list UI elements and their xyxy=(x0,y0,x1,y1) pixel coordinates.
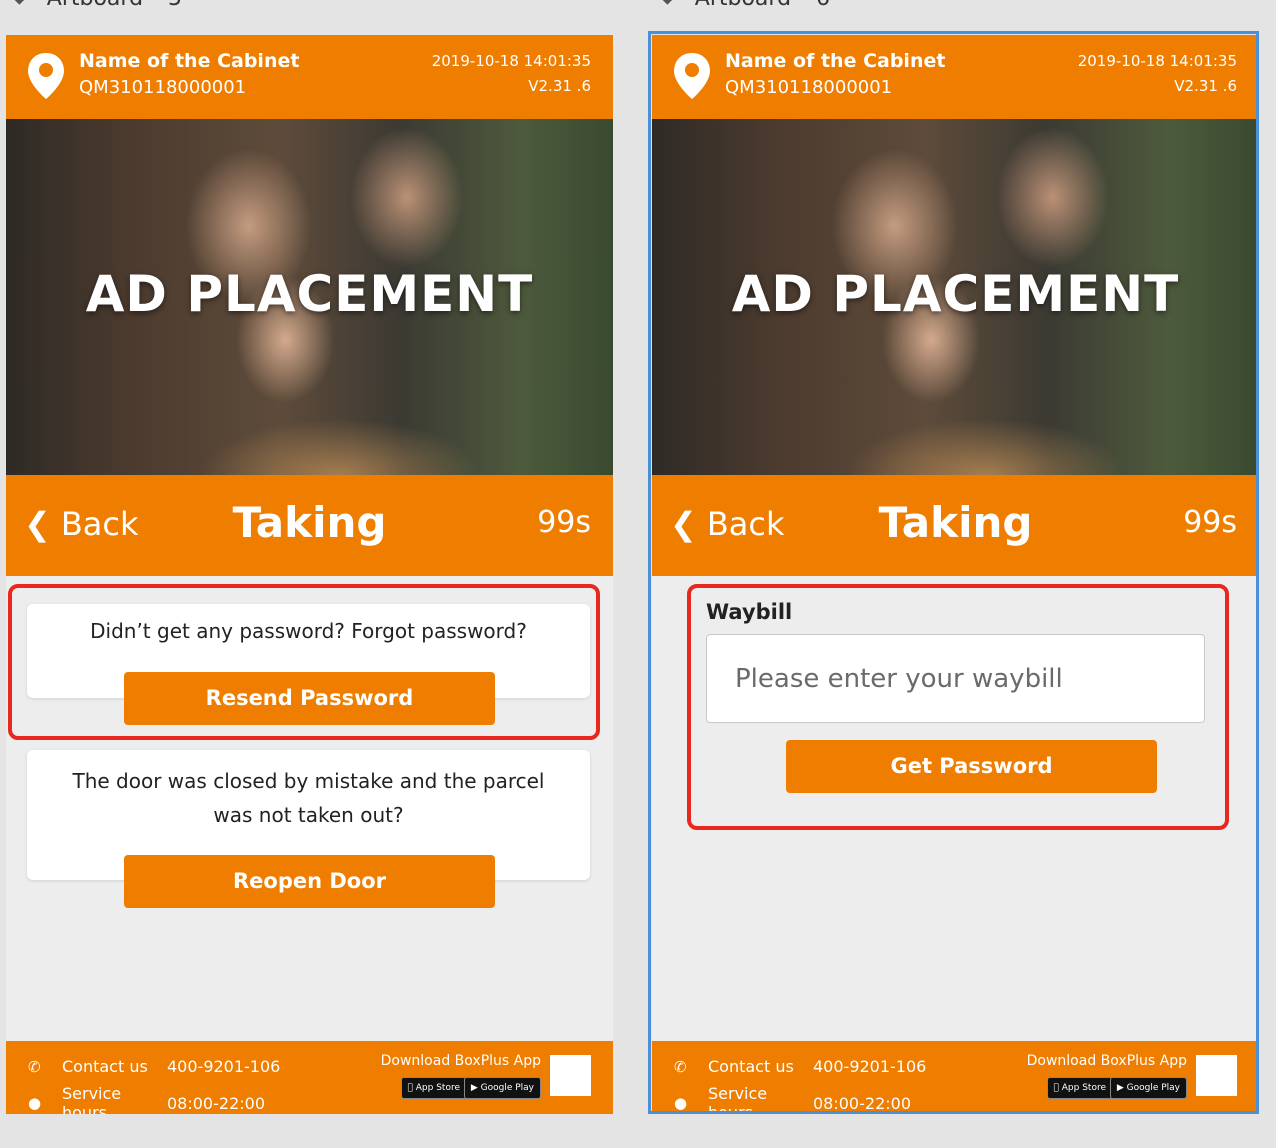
cabinet-name: Name of the Cabinet xyxy=(79,50,300,72)
contact-value[interactable]: 400-9201-106 xyxy=(167,1057,280,1076)
download-text: Download BoxPlus App xyxy=(1026,1053,1187,1069)
contact-label: Contact us xyxy=(708,1057,794,1076)
reopen-door-button[interactable]: Reopen Door xyxy=(124,855,495,908)
datetime: 2019-10-18 14:01:35 xyxy=(1077,52,1237,70)
top-bar: Name of the Cabinet QM310118000001 2019-… xyxy=(652,35,1259,119)
clock-icon: ● xyxy=(28,1094,42,1112)
page-title: Taking xyxy=(232,498,387,547)
page-title: Taking xyxy=(878,498,1033,547)
countdown-timer: 99s xyxy=(537,505,591,540)
nav-bar: ❮ Back Taking 99s xyxy=(6,475,613,576)
hours-row: ● Service hours 08:00-22:00 xyxy=(28,1084,265,1114)
location-pin-icon xyxy=(674,53,710,99)
ad-banner[interactable]: AD PLACEMENT xyxy=(6,119,613,475)
top-bar: Name of the Cabinet QM310118000001 2019-… xyxy=(6,35,613,119)
artboard-5[interactable]: Name of the Cabinet QM310118000001 2019-… xyxy=(6,35,613,1114)
artboard-6[interactable]: Name of the Cabinet QM310118000001 2019-… xyxy=(652,35,1259,1114)
hours-value: 08:00-22:00 xyxy=(167,1093,265,1113)
artboard-label-5: ◆ Artboard – 5 xyxy=(14,0,182,11)
contact-row: ✆ Contact us 400-9201-106 xyxy=(674,1057,926,1076)
qr-code xyxy=(1196,1055,1237,1096)
version: V2.31 .6 xyxy=(1174,77,1237,95)
location-pin-icon xyxy=(28,53,64,99)
app-store-badge[interactable]:  App Store xyxy=(400,1077,467,1099)
highlight-box xyxy=(687,584,1229,830)
collapse-icon: ◆ xyxy=(14,0,25,7)
google-play-badge[interactable]: ▶ Google Play xyxy=(463,1077,541,1099)
cabinet-name: Name of the Cabinet xyxy=(725,50,946,72)
google-play-badge[interactable]: ▶ Google Play xyxy=(1109,1077,1187,1099)
contact-row: ✆ Contact us 400-9201-106 xyxy=(28,1057,280,1076)
hours-label: Service hours xyxy=(708,1084,768,1114)
artboard-title: Artboard – 5 xyxy=(47,0,182,11)
reopen-door-text-line2: was not taken out? xyxy=(213,803,404,827)
contact-label: Contact us xyxy=(62,1057,148,1076)
contact-value[interactable]: 400-9201-106 xyxy=(813,1057,926,1076)
nav-bar: ❮ Back Taking 99s xyxy=(652,475,1259,576)
ad-text: AD PLACEMENT xyxy=(731,265,1180,323)
qr-code xyxy=(550,1055,591,1096)
footer: ✆ Contact us 400-9201-106 ● Service hour… xyxy=(652,1041,1259,1114)
collapse-icon: ◆ xyxy=(662,0,673,7)
countdown-timer: 99s xyxy=(1183,505,1237,540)
artboard-title: Artboard – 6 xyxy=(695,0,830,11)
reopen-door-text-line1: The door was closed by mistake and the p… xyxy=(72,769,545,793)
footer: ✆ Contact us 400-9201-106 ● Service hour… xyxy=(6,1041,613,1114)
ad-text: AD PLACEMENT xyxy=(85,265,534,323)
version: V2.31 .6 xyxy=(528,77,591,95)
hours-label: Service hours xyxy=(62,1084,122,1114)
cabinet-code: QM310118000001 xyxy=(725,77,893,98)
artboard-label-6: ◆ Artboard – 6 xyxy=(662,0,830,11)
highlight-box xyxy=(8,584,600,740)
datetime: 2019-10-18 14:01:35 xyxy=(431,52,591,70)
app-store-badge[interactable]:  App Store xyxy=(1046,1077,1113,1099)
cabinet-code: QM310118000001 xyxy=(79,77,247,98)
hours-row: ● Service hours 08:00-22:00 xyxy=(674,1084,911,1114)
phone-icon: ✆ xyxy=(28,1057,41,1076)
ad-banner[interactable]: AD PLACEMENT xyxy=(652,119,1259,475)
clock-icon: ● xyxy=(674,1094,688,1112)
hours-value: 08:00-22:00 xyxy=(813,1093,911,1113)
download-text: Download BoxPlus App xyxy=(380,1053,541,1069)
phone-icon: ✆ xyxy=(674,1057,687,1076)
